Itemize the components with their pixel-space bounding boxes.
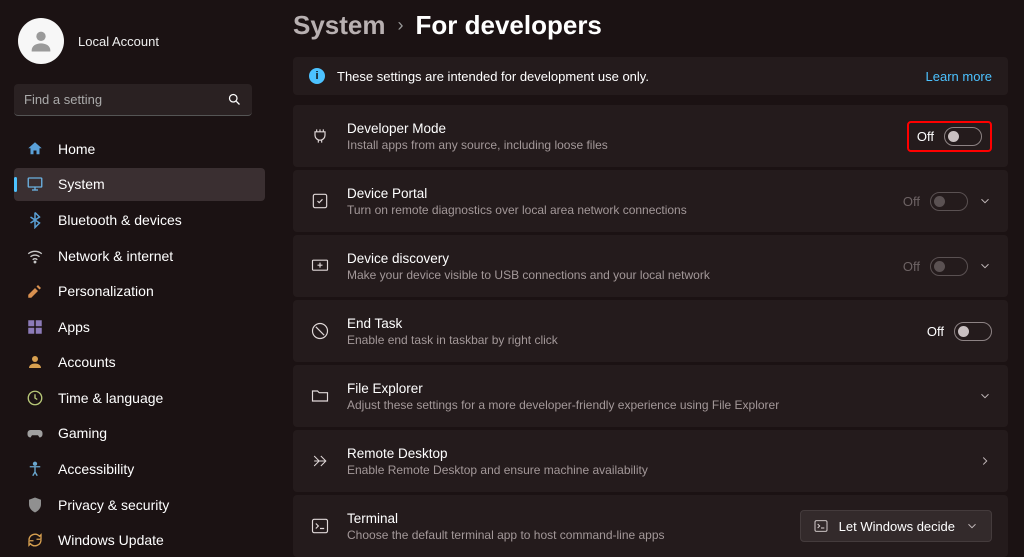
card-description: Adjust these settings for a more develop… (347, 398, 962, 412)
card-description: Make your device visible to USB connecti… (347, 268, 887, 282)
card-description: Install apps from any source, including … (347, 138, 891, 152)
search-input[interactable] (14, 84, 252, 116)
sidebar-item-label: Network & internet (58, 248, 173, 264)
chevron-down-icon (978, 259, 992, 273)
sidebar-item-personalization[interactable]: Personalization (14, 274, 265, 308)
main-content: System › For developers i These settings… (275, 0, 1024, 557)
card-title: Developer Mode (347, 121, 891, 136)
accessibility-icon (26, 460, 44, 478)
sidebar-item-label: Personalization (58, 283, 154, 299)
toggle-switch (930, 257, 968, 276)
sidebar-item-privacy[interactable]: Privacy & security (14, 488, 265, 522)
sidebar-item-label: System (58, 176, 105, 192)
sidebar-item-label: Windows Update (58, 532, 164, 548)
toggle-switch (930, 192, 968, 211)
terminal-dropdown[interactable]: Let Windows decide (800, 510, 992, 542)
info-banner: i These settings are intended for develo… (293, 57, 1008, 95)
sidebar-item-home[interactable]: Home (14, 132, 265, 166)
learn-more-link[interactable]: Learn more (926, 69, 992, 84)
dropdown-label: Let Windows decide (839, 519, 955, 534)
banner-text: These settings are intended for developm… (337, 69, 914, 84)
chevron-down-icon (965, 519, 979, 533)
gaming-icon (26, 424, 44, 442)
sidebar-item-apps[interactable]: Apps (14, 310, 265, 344)
card-title: End Task (347, 316, 911, 331)
card-title: Device discovery (347, 251, 887, 266)
update-icon (26, 531, 44, 549)
sidebar-item-time[interactable]: Time & language (14, 381, 265, 415)
portal-icon (309, 191, 331, 211)
setting-card-remote[interactable]: Remote Desktop Enable Remote Desktop and … (293, 430, 1008, 492)
setting-card-devmode: Developer Mode Install apps from any sour… (293, 105, 1008, 167)
sidebar-item-accessibility[interactable]: Accessibility (14, 452, 265, 486)
setting-card-terminal: Terminal Choose the default terminal app … (293, 495, 1008, 557)
toggle-switch[interactable] (954, 322, 992, 341)
time-icon (26, 389, 44, 407)
account-header[interactable]: Local Account (18, 18, 265, 64)
discovery-icon (309, 256, 331, 276)
card-title: Device Portal (347, 186, 887, 201)
setting-card-explorer[interactable]: File Explorer Adjust these settings for a… (293, 365, 1008, 427)
sidebar-item-gaming[interactable]: Gaming (14, 417, 265, 451)
sidebar-item-label: Accounts (58, 354, 116, 370)
search-box[interactable] (14, 84, 252, 116)
sidebar-item-label: Home (58, 141, 95, 157)
remote-icon (309, 451, 331, 471)
account-name: Local Account (78, 34, 159, 49)
card-title: File Explorer (347, 381, 962, 396)
devmode-icon (309, 126, 331, 146)
chevron-down-icon (978, 389, 992, 403)
sidebar-item-label: Privacy & security (58, 497, 169, 513)
apps-icon (26, 318, 44, 336)
toggle-state-label: Off (927, 324, 944, 339)
system-icon (26, 175, 44, 193)
terminal-icon (813, 518, 829, 534)
search-icon (227, 92, 242, 107)
personalization-icon (26, 282, 44, 300)
breadcrumb-current: For developers (416, 10, 602, 41)
chevron-right-icon: › (398, 15, 404, 36)
endtask-icon (309, 321, 331, 341)
terminal-icon (309, 516, 331, 536)
sidebar-item-update[interactable]: Windows Update (14, 523, 265, 557)
sidebar-nav: Home System Bluetooth & devices Network & i… (14, 132, 265, 557)
sidebar-item-label: Gaming (58, 425, 107, 441)
chevron-right-icon (978, 454, 992, 468)
privacy-icon (26, 496, 44, 514)
card-title: Terminal (347, 511, 784, 526)
sidebar-item-accounts[interactable]: Accounts (14, 345, 265, 379)
sidebar-item-bluetooth[interactable]: Bluetooth & devices (14, 203, 265, 237)
card-description: Choose the default terminal app to host … (347, 528, 784, 542)
card-description: Enable Remote Desktop and ensure machine… (347, 463, 962, 477)
home-icon (26, 140, 44, 158)
network-icon (26, 247, 44, 265)
setting-card-discovery[interactable]: Device discovery Make your device visible… (293, 235, 1008, 297)
card-description: Enable end task in taskbar by right clic… (347, 333, 911, 347)
info-icon: i (309, 68, 325, 84)
chevron-down-icon (978, 194, 992, 208)
breadcrumb: System › For developers (293, 10, 1008, 41)
setting-card-portal[interactable]: Device Portal Turn on remote diagnostics … (293, 170, 1008, 232)
sidebar-item-system[interactable]: System (14, 168, 265, 202)
breadcrumb-parent[interactable]: System (293, 10, 386, 41)
card-description: Turn on remote diagnostics over local ar… (347, 203, 887, 217)
toggle-state-label: Off (917, 129, 934, 144)
sidebar-item-label: Time & language (58, 390, 163, 406)
setting-card-endtask: End Task Enable end task in taskbar by ri… (293, 300, 1008, 362)
explorer-icon (309, 386, 331, 406)
sidebar-item-label: Bluetooth & devices (58, 212, 182, 228)
bluetooth-icon (26, 211, 44, 229)
toggle-state-label: Off (903, 194, 920, 209)
card-title: Remote Desktop (347, 446, 962, 461)
avatar (18, 18, 64, 64)
sidebar-item-network[interactable]: Network & internet (14, 239, 265, 273)
accounts-icon (26, 353, 44, 371)
sidebar-item-label: Apps (58, 319, 90, 335)
toggle-switch[interactable] (944, 127, 982, 146)
sidebar-item-label: Accessibility (58, 461, 134, 477)
toggle-state-label: Off (903, 259, 920, 274)
